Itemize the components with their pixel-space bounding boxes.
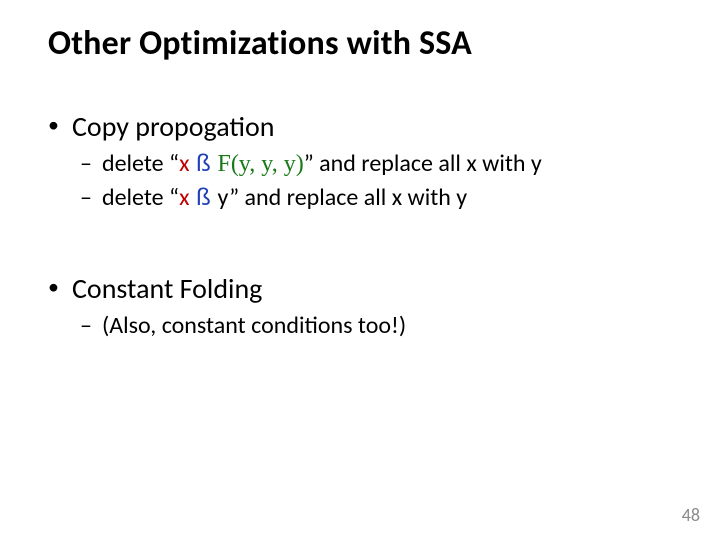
- text-post: ” and replace all x with y: [304, 149, 542, 178]
- spacer: [48, 217, 680, 271]
- bullet-constant-folding: Constant Folding (Also, constant conditi…: [48, 271, 680, 341]
- sub-item-y-rule: delete “x ß y” and replace all x with y: [80, 182, 680, 213]
- sub-item-phi-rule: delete “x ß F(y, y, y)” and replace all …: [80, 148, 680, 180]
- arrow-icon: ß: [189, 184, 217, 211]
- bullet-list: Copy propogation delete “x ß F(y, y, y)”…: [48, 109, 680, 342]
- var-x: x: [179, 183, 189, 212]
- text-pre: delete “: [102, 149, 179, 178]
- var-x: x: [179, 149, 189, 178]
- bullet-label: Constant Folding: [72, 271, 262, 306]
- slide-title: Other Optimizations with SSA: [48, 24, 680, 63]
- page-number: 48: [682, 504, 700, 526]
- arrow-icon: ß: [189, 150, 217, 177]
- text-pre: delete “: [102, 183, 179, 212]
- sub-list-folding: (Also, constant conditions too!): [80, 310, 680, 341]
- bullet-label: Copy propogation: [72, 109, 274, 144]
- sub-item-constant-conditions: (Also, constant conditions too!): [80, 310, 680, 341]
- y-expr: y: [217, 183, 229, 212]
- sub-text: (Also, constant conditions too!): [102, 311, 406, 340]
- text-post: ” and replace all x with y: [229, 183, 467, 212]
- bullet-copy-propagation: Copy propogation delete “x ß F(y, y, y)”…: [48, 109, 680, 213]
- slide: Other Optimizations with SSA Copy propog…: [0, 0, 720, 540]
- phi-expr: F(y, y, y): [217, 151, 303, 177]
- sub-list-copy: delete “x ß F(y, y, y)” and replace all …: [80, 148, 680, 213]
